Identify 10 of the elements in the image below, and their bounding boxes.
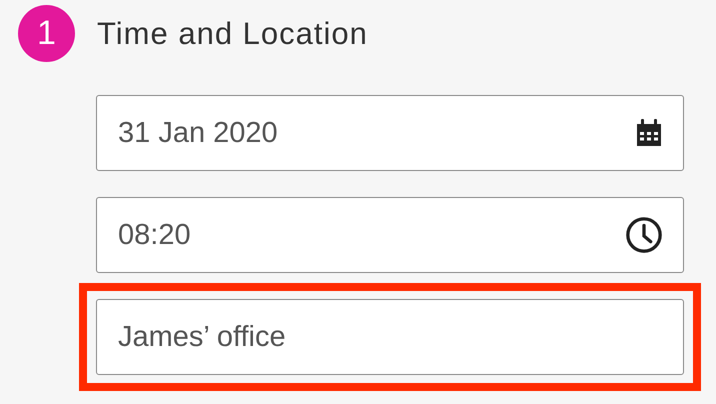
- calendar-icon[interactable]: [635, 118, 663, 148]
- field-value[interactable]: 08:20: [118, 218, 625, 252]
- text-field[interactable]: James’ office: [96, 299, 684, 375]
- field-value[interactable]: James’ office: [118, 320, 663, 354]
- field-value[interactable]: 31 Jan 2020: [118, 116, 635, 150]
- date-field[interactable]: 31 Jan 2020: [96, 95, 684, 171]
- section-title: Time and Location: [97, 16, 368, 52]
- step-number: 1: [18, 5, 75, 62]
- clock-icon[interactable]: [625, 216, 663, 254]
- time-field[interactable]: 08:20: [96, 197, 684, 273]
